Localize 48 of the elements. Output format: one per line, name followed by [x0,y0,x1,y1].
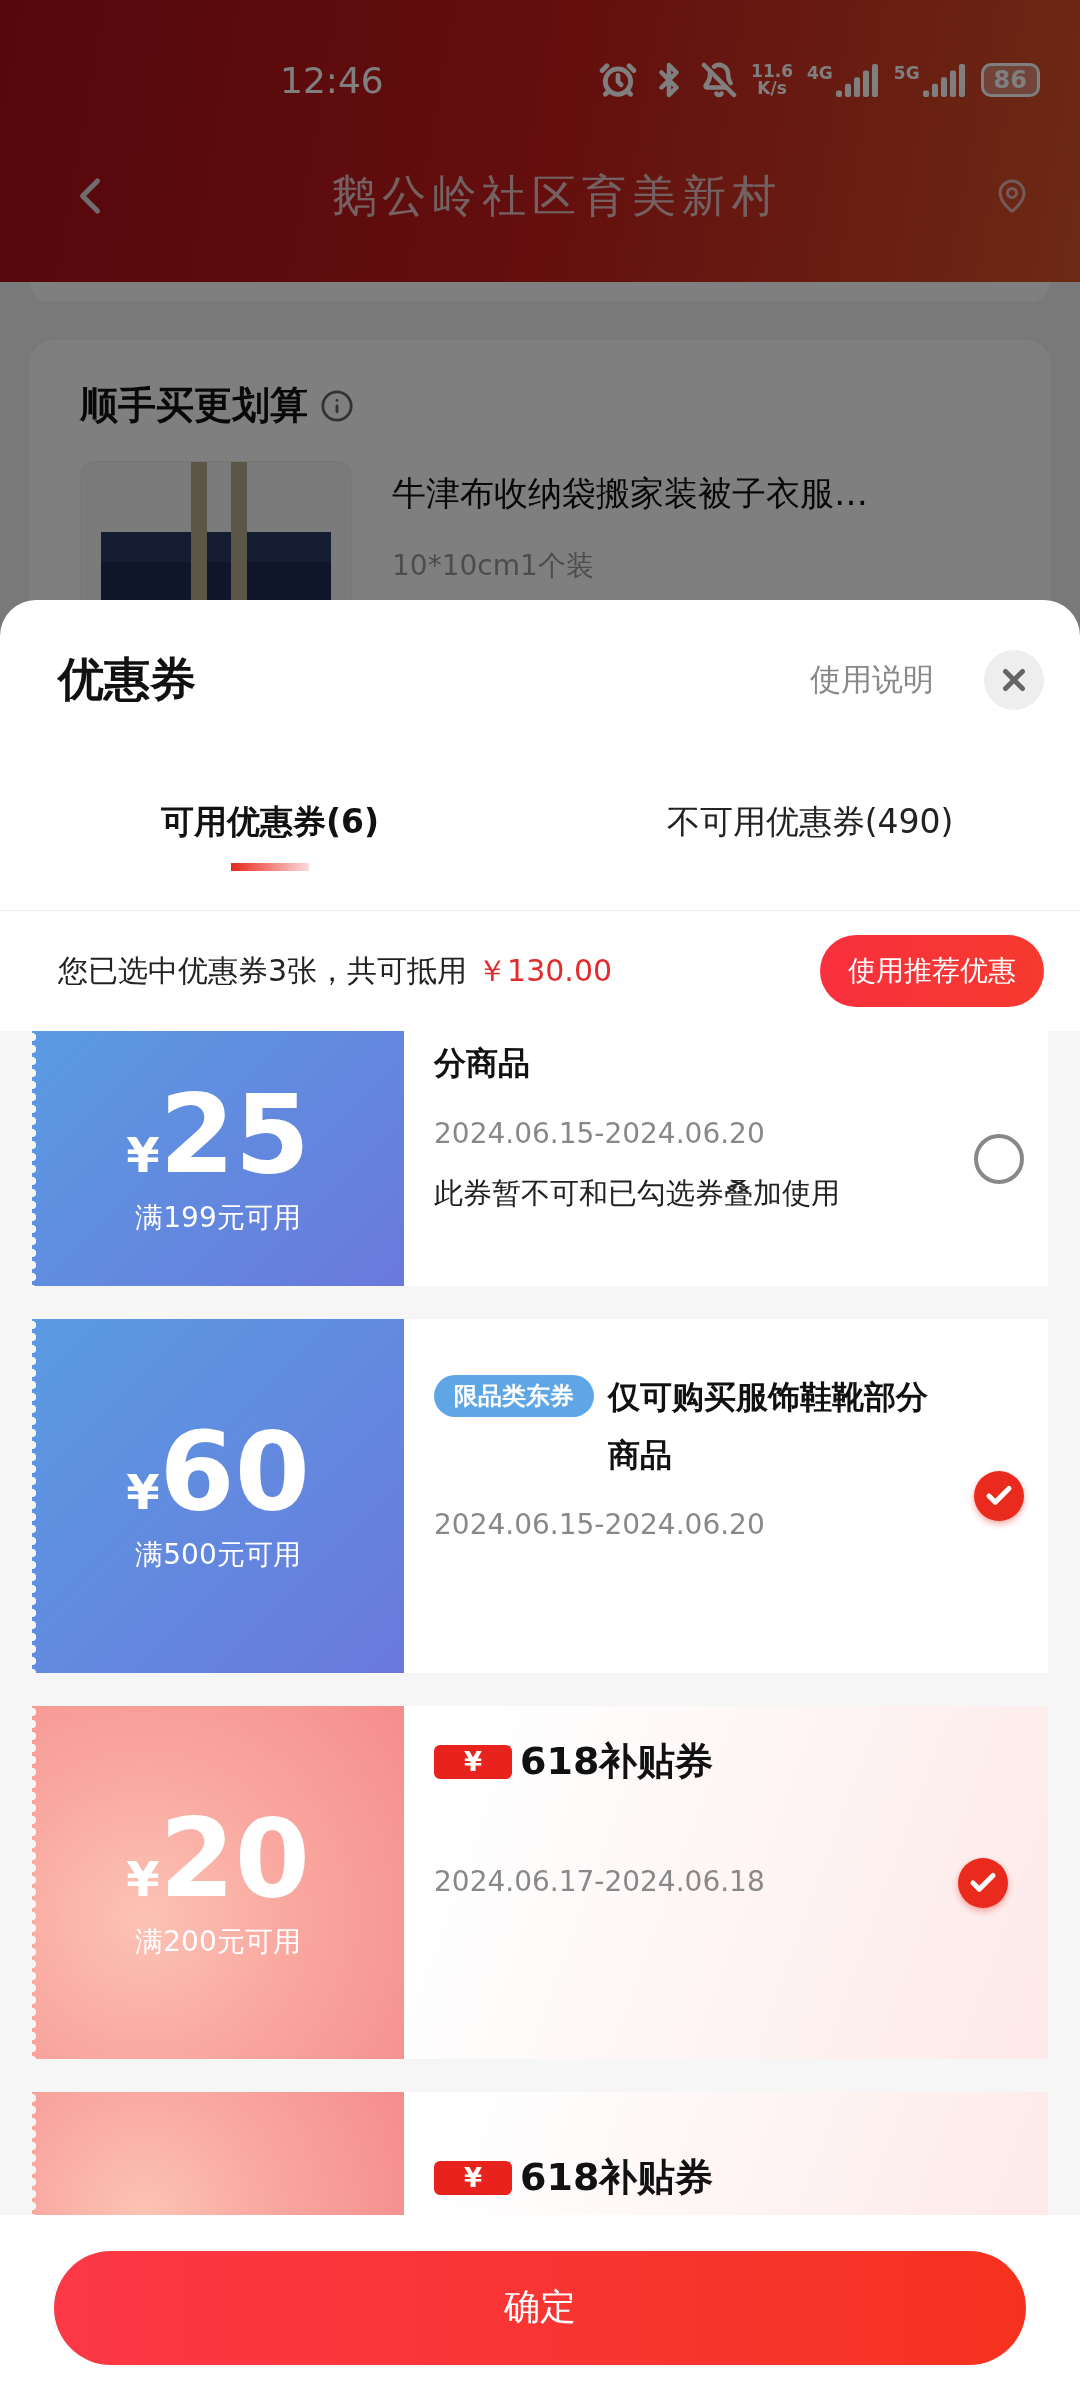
ticket-badge: ¥ [434,1744,513,1779]
select-checkbox[interactable] [974,1133,1024,1184]
coupon-title: 分商品 [434,1043,531,1084]
network-label: 5G [893,63,920,83]
coupon-date: 2024.06.17-2024.06.18 [434,1865,766,1898]
coupon-date: 2024.06.15-2024.06.20 [434,1508,766,1542]
recommend-button[interactable]: 使用推荐优惠 [820,935,1044,1007]
coupon-card[interactable]: ¥60 满500元可用 限品类东券 仅可购买服饰鞋靴部分商品 2024.06.15-2024.06.20 [32,1319,1048,1673]
coupon-amount: 25 [159,1080,310,1189]
select-checkbox[interactable] [958,1857,1008,1908]
coupon-card[interactable]: ¥20 满200元可用 ¥ 618补贴券 2024.06.17-2024.06.18 [32,1706,1048,2059]
status-time: 12:46 [280,59,385,101]
confirm-button[interactable]: 确定 [54,2250,1026,2365]
sheet-title: 优惠券 [58,651,197,708]
select-checkbox[interactable] [974,1471,1024,1521]
coupon-date: 2024.06.15-2024.06.20 [434,1116,766,1150]
currency-symbol: ¥ [126,1464,160,1520]
net-speed-unit: K/s [756,80,788,97]
usage-help-link[interactable]: 使用说明 [810,659,934,701]
coupon-tab[interactable]: 不可用优惠券(490) [540,760,1080,910]
net-speed: 11.6 [751,63,793,80]
coupon-amount: 60 [159,1418,310,1526]
discount-amount: ￥130.00 [477,951,614,990]
coupon-tag: 限品类东券 [434,1375,594,1418]
product-name: 牛津布收纳袋搬家装被子衣服… [392,472,868,515]
coupon-card[interactable]: ¥25 满199元可用 分商品 2024.06.15-2024.06.20 此券暂不可和已勾选券叠加使用 [32,1031,1048,1286]
info-icon[interactable] [320,388,354,423]
coupon-amount: 20 [159,1804,310,1913]
coupon-title: 仅可购买服饰鞋靴部分商品 [608,1377,928,1476]
section-title: 顺手买更划算 [80,382,308,429]
signal-icon [922,63,967,97]
coupon-note: 此券暂不可和已勾选券叠加使用 [434,1174,841,1212]
coupon-condition: 满200元可用 [135,1923,301,1960]
alarm-icon [599,61,638,99]
coupon-condition: 满500元可用 [135,1537,301,1573]
coupon-card[interactable]: ¥ 618补贴券 [32,2092,1048,2215]
currency-symbol: ¥ [126,1126,160,1183]
signal-icon [835,63,880,97]
currency-symbol: ¥ [126,1850,160,1907]
bell-off-icon [701,62,738,98]
ticket-badge: ¥ [434,2160,513,2195]
network-label: 4G [807,63,833,83]
selection-summary: 您已选中优惠券3张，共可抵用 [58,951,468,990]
coupon-title: 618补贴券 [520,2154,714,2201]
coupon-title: 618补贴券 [520,1738,714,1785]
page-title: 鹅公岭社区育美新村 [331,168,783,223]
coupon-condition: 满199元可用 [135,1199,301,1236]
coupon-tab[interactable]: 可用优惠券(6) [0,760,540,910]
